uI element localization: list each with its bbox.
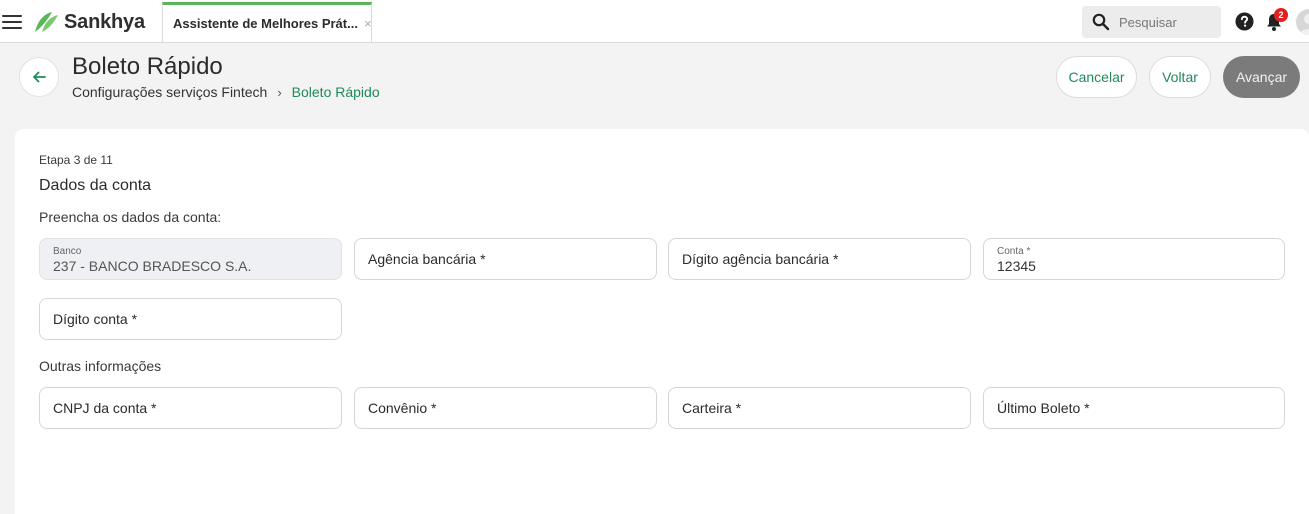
convenio-field[interactable]: Convênio *	[354, 387, 657, 429]
next-button[interactable]: Avançar	[1223, 56, 1300, 98]
back-button[interactable]: Voltar	[1149, 56, 1211, 98]
carteira-field[interactable]: Carteira *	[668, 387, 971, 429]
breadcrumb-current: Boleto Rápido	[291, 84, 380, 100]
cancel-button[interactable]: Cancelar	[1056, 56, 1137, 98]
sankhya-logo[interactable]: Sankhya	[32, 9, 145, 35]
sankhya-leaf-icon	[35, 12, 58, 32]
digito-conta-field[interactable]: Dígito conta *	[39, 298, 342, 340]
ultimo-boleto-placeholder: Último Boleto *	[997, 400, 1090, 416]
banco-label: Banco	[53, 246, 82, 257]
top-bar: Sankhya Assistente de Melhores Prát... ×…	[0, 0, 1309, 43]
tab-label: Assistente de Melhores Prát...	[173, 16, 358, 31]
other-info-title: Outras informações	[39, 358, 162, 374]
close-icon[interactable]: ×	[364, 16, 372, 31]
hamburger-menu-icon[interactable]	[2, 12, 22, 30]
agencia-field[interactable]: Agência bancária *	[354, 238, 657, 280]
breadcrumb-parent-link[interactable]: Configurações serviços Fintech	[72, 84, 267, 100]
step-indicator: Etapa 3 de 11	[39, 153, 113, 167]
page-title: Boleto Rápido	[72, 53, 223, 80]
conta-value: 12345	[997, 258, 1036, 274]
search-input[interactable]	[1119, 14, 1214, 30]
digito-agencia-field[interactable]: Dígito agência bancária *	[668, 238, 971, 280]
digito-conta-placeholder: Dígito conta *	[53, 311, 138, 327]
chevron-right-icon: ›	[277, 84, 282, 100]
help-icon[interactable]	[1235, 12, 1254, 31]
form-instruction: Preencha os dados da conta:	[39, 209, 222, 225]
arrow-left-icon	[33, 71, 46, 83]
convenio-placeholder: Convênio *	[368, 400, 437, 416]
ultimo-boleto-field[interactable]: Último Boleto *	[983, 387, 1285, 429]
agencia-placeholder: Agência bancária *	[368, 251, 486, 267]
search-icon	[1092, 13, 1110, 31]
back-arrow-button[interactable]	[19, 57, 59, 97]
banco-field: Banco 237 - BANCO BRADESCO S.A.	[39, 238, 342, 280]
cnpj-placeholder: CNPJ da conta *	[53, 400, 157, 416]
cnpj-field[interactable]: CNPJ da conta *	[39, 387, 342, 429]
notification-badge: 2	[1274, 8, 1288, 22]
search-box[interactable]	[1082, 6, 1221, 38]
tab-assistente[interactable]: Assistente de Melhores Prát... ×	[162, 2, 372, 42]
user-avatar-icon	[1299, 14, 1309, 35]
digito-agencia-placeholder: Dígito agência bancária *	[682, 251, 839, 267]
carteira-placeholder: Carteira *	[682, 400, 742, 416]
avatar[interactable]	[1296, 9, 1309, 35]
form-card: Etapa 3 de 11 Dados da conta Preencha os…	[15, 129, 1309, 514]
brand-name: Sankhya	[64, 10, 145, 33]
banco-value: 237 - BANCO BRADESCO S.A.	[53, 258, 252, 274]
conta-label: Conta *	[997, 246, 1031, 257]
section-title: Dados da conta	[39, 177, 152, 194]
conta-field[interactable]: Conta * 12345	[983, 238, 1285, 280]
breadcrumb: Configurações serviços Fintech › Boleto …	[72, 84, 380, 100]
